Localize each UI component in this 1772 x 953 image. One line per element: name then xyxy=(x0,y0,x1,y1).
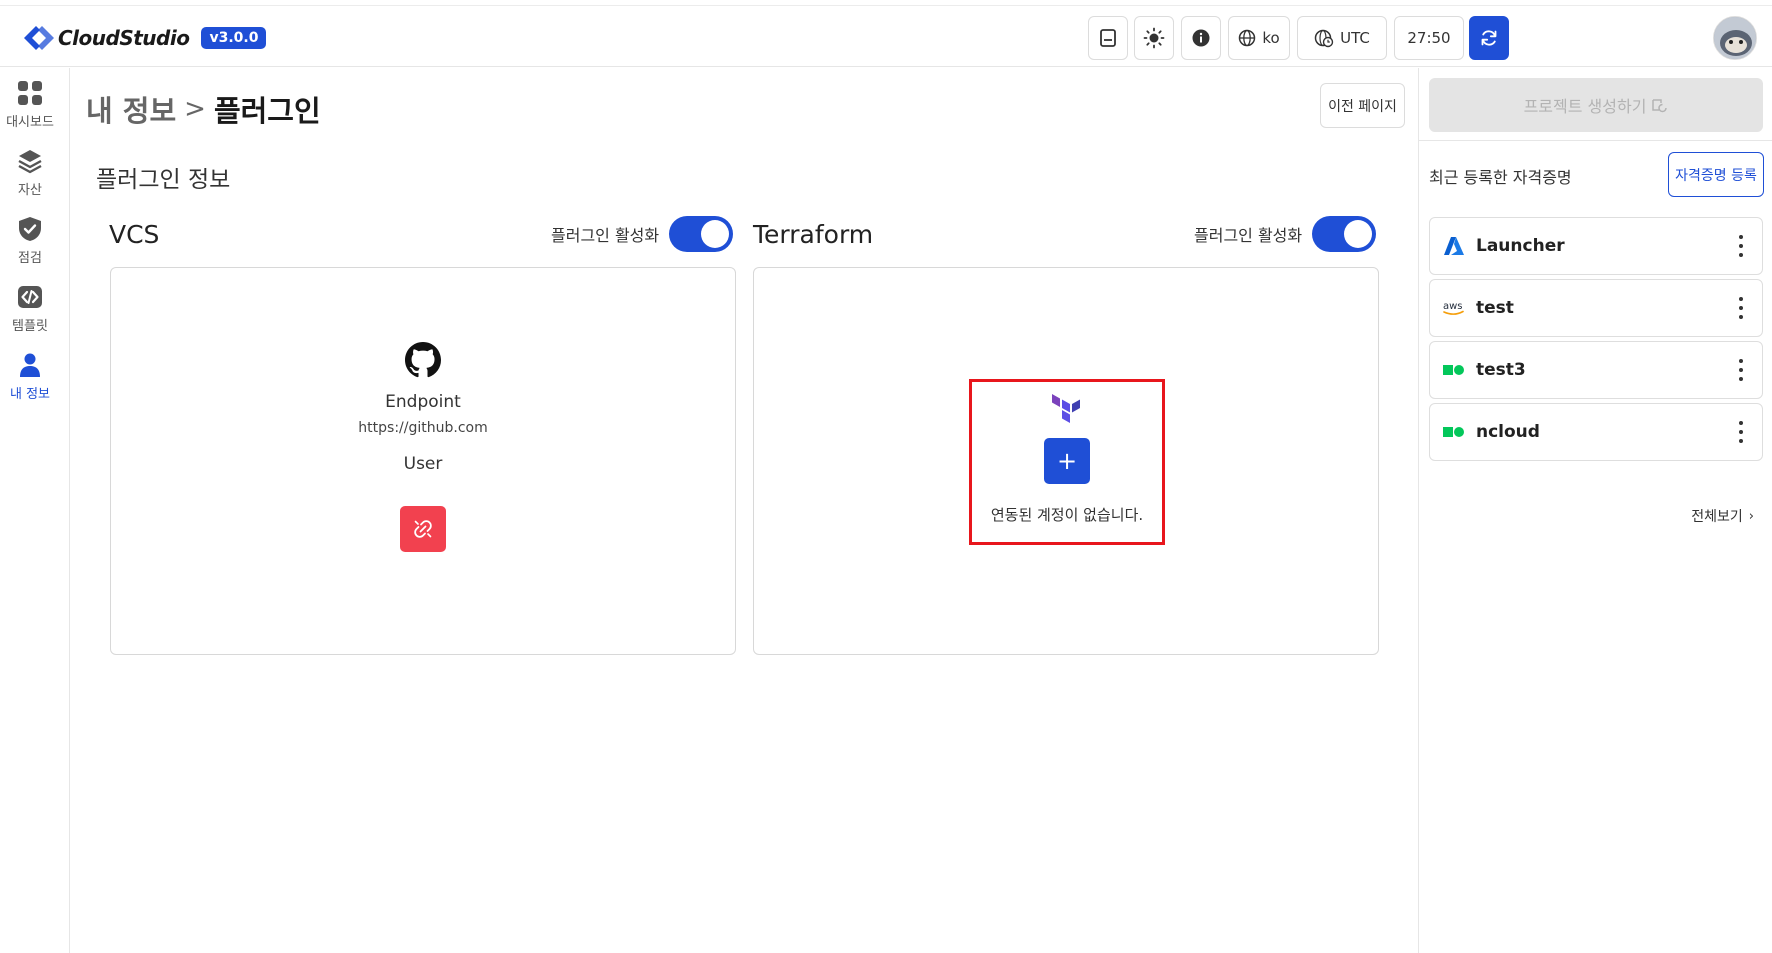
credential-name: ncloud xyxy=(1476,422,1540,442)
refresh-icon xyxy=(1481,30,1497,46)
terraform-empty-state-highlight: + 연동된 계정이 없습니다. xyxy=(969,379,1165,545)
vcs-card: Endpoint https://github.com User xyxy=(110,267,736,655)
vcs-plugin-toggle[interactable] xyxy=(669,216,734,252)
terraform-plugin-toggle-group: 플러그인 활성화 xyxy=(1194,216,1377,252)
browser-top-strip xyxy=(0,0,1772,6)
credential-name: test3 xyxy=(1476,360,1526,380)
azure-icon xyxy=(1442,234,1466,258)
sidebar-item-templates[interactable]: 템플릿 xyxy=(0,282,60,334)
vcs-toggle-label: 플러그인 활성화 xyxy=(551,226,660,245)
vcs-panel-title: VCS xyxy=(109,220,160,249)
view-all-link[interactable]: 전체보기 › xyxy=(1691,506,1754,526)
svg-text:aws: aws xyxy=(1443,301,1463,312)
endpoint-label: Endpoint xyxy=(385,392,461,412)
unlink-icon xyxy=(414,520,432,538)
recent-credentials-title: 최근 등록한 자격증명 xyxy=(1429,168,1572,187)
credential-item-ncloud[interactable]: ncloud xyxy=(1429,403,1763,461)
user-icon xyxy=(15,350,45,380)
sidebar-item-label: 템플릿 xyxy=(12,319,48,334)
create-project-button[interactable]: 프로젝트 생성하기 xyxy=(1429,78,1763,132)
globe-icon xyxy=(1239,29,1256,47)
user-label: User xyxy=(403,454,443,474)
toggle-knob xyxy=(701,220,730,248)
terraform-panel-title: Terraform xyxy=(753,220,874,249)
sidebar-item-inspection[interactable]: 점검 xyxy=(0,214,60,266)
ncloud-icon xyxy=(1442,358,1466,382)
terraform-icon xyxy=(1052,394,1080,423)
layers-icon xyxy=(15,146,45,176)
sidebar-item-assets[interactable]: 자산 xyxy=(0,146,60,198)
add-terraform-account-button[interactable]: + xyxy=(1044,438,1090,484)
divider xyxy=(1419,140,1772,141)
dashboard-icon xyxy=(15,78,45,108)
breadcrumb-parent[interactable]: 내 정보 xyxy=(86,88,176,130)
vcs-plugin-toggle-group: 플러그인 활성화 xyxy=(551,216,734,252)
breadcrumb: 내 정보 > 플러그인 xyxy=(86,88,321,130)
endpoint-url: https://github.com xyxy=(358,420,488,436)
left-sidebar: 대시보드 자산 점검 템플릿 내 정보 xyxy=(0,68,70,953)
more-options-icon[interactable] xyxy=(1738,421,1744,443)
theme-toggle-button[interactable] xyxy=(1134,16,1174,60)
session-timer: 27:50 xyxy=(1394,16,1464,60)
github-icon xyxy=(405,342,441,378)
refresh-session-button[interactable] xyxy=(1469,16,1509,60)
credential-name: Launcher xyxy=(1476,236,1565,256)
refresh-note-icon xyxy=(1652,99,1668,113)
timezone-button[interactable]: UTC xyxy=(1297,16,1387,60)
cloudstudio-logo-icon xyxy=(24,26,54,50)
register-credential-button[interactable]: 자격증명 등록 xyxy=(1668,152,1764,197)
language-button[interactable]: ko xyxy=(1228,16,1290,60)
sidebar-item-label: 점검 xyxy=(18,251,42,266)
credential-item-test[interactable]: aws test xyxy=(1429,279,1763,337)
create-project-label: 프로젝트 생성하기 xyxy=(1523,97,1647,116)
empty-state-text: 연동된 계정이 없습니다. xyxy=(990,506,1144,524)
globe-clock-icon xyxy=(1314,29,1334,48)
right-panel: 프로젝트 생성하기 최근 등록한 자격증명 자격증명 등록 Launcher a… xyxy=(1418,68,1772,953)
more-options-icon[interactable] xyxy=(1738,297,1744,319)
shield-check-icon xyxy=(15,214,45,244)
info-icon xyxy=(1192,29,1210,47)
document-icon xyxy=(1100,29,1116,47)
toggle-knob xyxy=(1344,220,1373,248)
vcs-account-info: Endpoint https://github.com User xyxy=(111,342,735,552)
ncloud-icon xyxy=(1442,420,1466,444)
top-header: CloudStudio v3.0.0 ko UTC 27:50 xyxy=(0,7,1772,67)
avatar-image-icon xyxy=(1714,17,1756,59)
unlink-account-button[interactable] xyxy=(400,506,446,552)
language-label: ko xyxy=(1262,29,1280,47)
more-options-icon[interactable] xyxy=(1738,235,1744,257)
timer-label: 27:50 xyxy=(1407,29,1451,47)
sidebar-item-dashboard[interactable]: 대시보드 xyxy=(0,78,60,130)
more-options-icon[interactable] xyxy=(1738,359,1744,381)
credential-name: test xyxy=(1476,298,1514,318)
timezone-label: UTC xyxy=(1340,29,1370,47)
sidebar-item-label: 자산 xyxy=(18,183,42,198)
view-all-label: 전체보기 xyxy=(1691,509,1743,525)
back-button[interactable]: 이전 페이지 xyxy=(1320,83,1405,128)
aws-icon: aws xyxy=(1442,296,1466,320)
app-name: CloudStudio xyxy=(58,26,190,50)
page-title: 플러그인 xyxy=(213,94,321,128)
app-logo[interactable]: CloudStudio v3.0.0 xyxy=(22,23,267,53)
terraform-toggle-label: 플러그인 활성화 xyxy=(1194,226,1303,245)
user-avatar[interactable] xyxy=(1713,16,1757,60)
breadcrumb-separator: > xyxy=(184,94,206,124)
credential-item-launcher[interactable]: Launcher xyxy=(1429,217,1763,275)
sun-icon xyxy=(1143,27,1165,49)
info-button[interactable] xyxy=(1181,16,1221,60)
sidebar-item-label: 내 정보 xyxy=(9,387,50,402)
chevron-right-icon: › xyxy=(1748,508,1754,524)
code-icon xyxy=(15,282,45,312)
docs-button[interactable] xyxy=(1088,16,1128,60)
sidebar-item-label: 대시보드 xyxy=(6,115,54,130)
credential-item-test3[interactable]: test3 xyxy=(1429,341,1763,399)
section-title: 플러그인 정보 xyxy=(96,167,231,193)
version-badge: v3.0.0 xyxy=(201,27,267,49)
terraform-plugin-toggle[interactable] xyxy=(1312,216,1377,252)
sidebar-item-my-info[interactable]: 내 정보 xyxy=(0,350,60,402)
